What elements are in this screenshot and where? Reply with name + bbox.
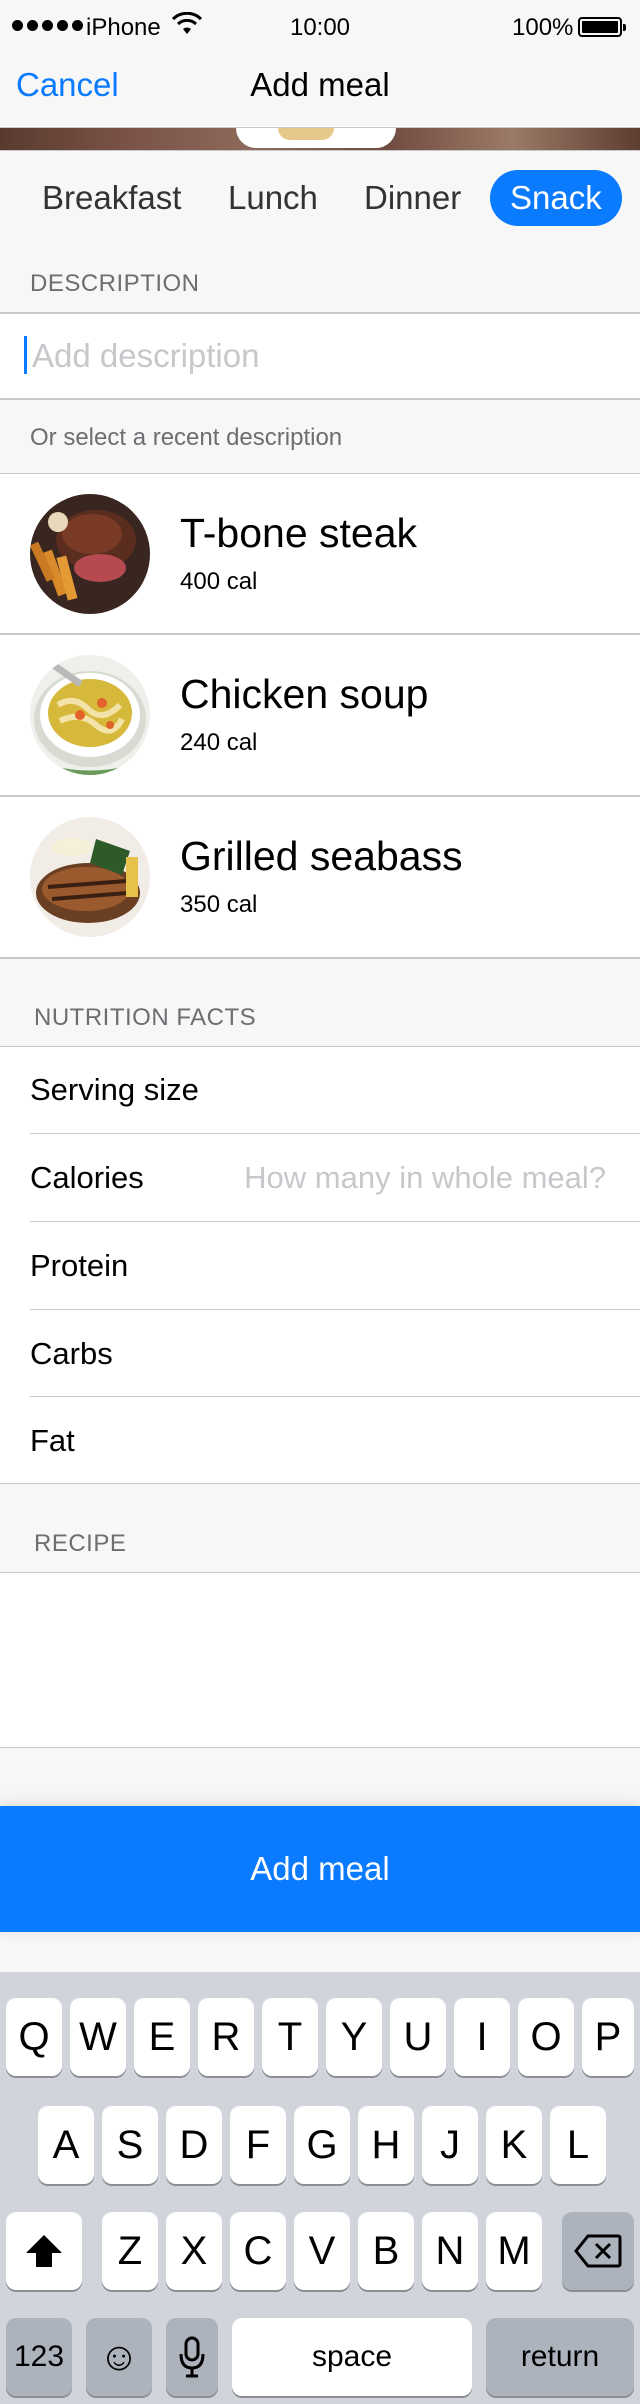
space-key[interactable]: space	[232, 2318, 472, 2396]
fat-label: Fat	[30, 1423, 75, 1458]
key-v[interactable]: V	[294, 2212, 350, 2290]
carbs-input[interactable]	[214, 1334, 606, 1374]
battery-percentage: 100%	[512, 14, 574, 41]
chicken-soup-photo	[30, 655, 150, 775]
recent-meal-item[interactable]: T-bone steak 400 cal	[0, 474, 640, 634]
battery-icon	[578, 17, 626, 37]
key-r[interactable]: R	[198, 1998, 254, 2076]
calories-input[interactable]	[214, 1158, 606, 1198]
cancel-button[interactable]: Cancel	[16, 66, 119, 104]
key-y[interactable]: Y	[326, 1998, 382, 2076]
key-c[interactable]: C	[230, 2212, 286, 2290]
shift-arrow-icon	[26, 2235, 62, 2267]
key-h[interactable]: H	[358, 2106, 414, 2184]
key-p[interactable]: P	[582, 1998, 634, 2076]
description-field-container	[0, 312, 640, 400]
status-bar: iPhone 10:00 100%	[0, 0, 640, 56]
recent-meal-item[interactable]: Grilled seabass 350 cal	[0, 797, 640, 957]
key-f[interactable]: F	[230, 2106, 286, 2184]
grilled-seabass-photo	[30, 817, 150, 937]
divider	[30, 1309, 640, 1310]
key-e[interactable]: E	[134, 1998, 190, 2076]
meal-name: Chicken soup	[180, 671, 429, 717]
key-i[interactable]: I	[454, 1998, 510, 2076]
microphone-icon	[179, 2336, 205, 2378]
key-s[interactable]: S	[102, 2106, 158, 2184]
key-l[interactable]: L	[550, 2106, 606, 2184]
serving-size-input[interactable]	[214, 1070, 606, 1110]
protein-label: Protein	[30, 1248, 129, 1283]
meal-type-snack[interactable]: Snack	[490, 170, 622, 226]
emoji-icon: ☺	[98, 2335, 140, 2379]
key-m[interactable]: M	[486, 2212, 542, 2290]
backspace-icon	[574, 2234, 622, 2268]
fat-input[interactable]	[214, 1421, 606, 1461]
numbers-key[interactable]: 123	[6, 2318, 72, 2396]
divider	[0, 1046, 640, 1047]
meal-type-breakfast[interactable]: Breakfast	[42, 170, 181, 226]
recent-description-hint: Or select a recent description	[30, 424, 343, 451]
meal-calories: 400 cal	[180, 568, 258, 595]
protein-input[interactable]	[214, 1246, 606, 1286]
t-bone-steak-photo	[30, 494, 150, 614]
divider	[0, 1747, 640, 1748]
description-input[interactable]	[20, 328, 632, 384]
meal-calories: 240 cal	[180, 729, 258, 756]
key-d[interactable]: D	[166, 2106, 222, 2184]
meal-photo-plate	[236, 128, 396, 148]
recipe-section-header: RECIPE	[34, 1530, 127, 1557]
carbs-label: Carbs	[30, 1336, 113, 1371]
key-b[interactable]: B	[358, 2212, 414, 2290]
key-w[interactable]: W	[70, 1998, 126, 2076]
divider	[30, 1221, 640, 1222]
calories-label: Calories	[30, 1160, 144, 1195]
recent-meal-item[interactable]: Chicken soup 240 cal	[0, 635, 640, 795]
return-key[interactable]: return	[486, 2318, 634, 2396]
divider	[30, 1133, 640, 1134]
meal-type-dinner[interactable]: Dinner	[364, 170, 461, 226]
divider	[30, 1396, 640, 1397]
meal-name: Grilled seabass	[180, 833, 463, 879]
photo-divider	[0, 150, 640, 151]
key-z[interactable]: Z	[102, 2212, 158, 2290]
serving-size-label: Serving size	[30, 1072, 199, 1107]
add-meal-button[interactable]: Add meal	[0, 1806, 640, 1932]
key-x[interactable]: X	[166, 2212, 222, 2290]
divider	[0, 1483, 640, 1484]
emoji-key[interactable]: ☺	[86, 2318, 152, 2396]
shift-key[interactable]	[6, 2212, 82, 2290]
key-n[interactable]: N	[422, 2212, 478, 2290]
key-k[interactable]: K	[486, 2106, 542, 2184]
key-a[interactable]: A	[38, 2106, 94, 2184]
delete-key[interactable]	[562, 2212, 634, 2290]
meal-calories: 350 cal	[180, 891, 258, 918]
divider	[0, 957, 640, 959]
key-j[interactable]: J	[422, 2106, 478, 2184]
text-cursor	[24, 336, 27, 374]
meal-type-lunch[interactable]: Lunch	[228, 170, 318, 226]
nutrition-section-header: NUTRITION FACTS	[34, 1004, 257, 1031]
description-section-header: DESCRIPTION	[30, 270, 200, 297]
key-u[interactable]: U	[390, 1998, 446, 2076]
recipe-textarea[interactable]	[0, 1573, 640, 1747]
dictation-key[interactable]	[166, 2318, 218, 2396]
key-g[interactable]: G	[294, 2106, 350, 2184]
key-q[interactable]: Q	[6, 1998, 62, 2076]
key-t[interactable]: T	[262, 1998, 318, 2076]
meal-name: T-bone steak	[180, 510, 418, 556]
key-o[interactable]: O	[518, 1998, 574, 2076]
